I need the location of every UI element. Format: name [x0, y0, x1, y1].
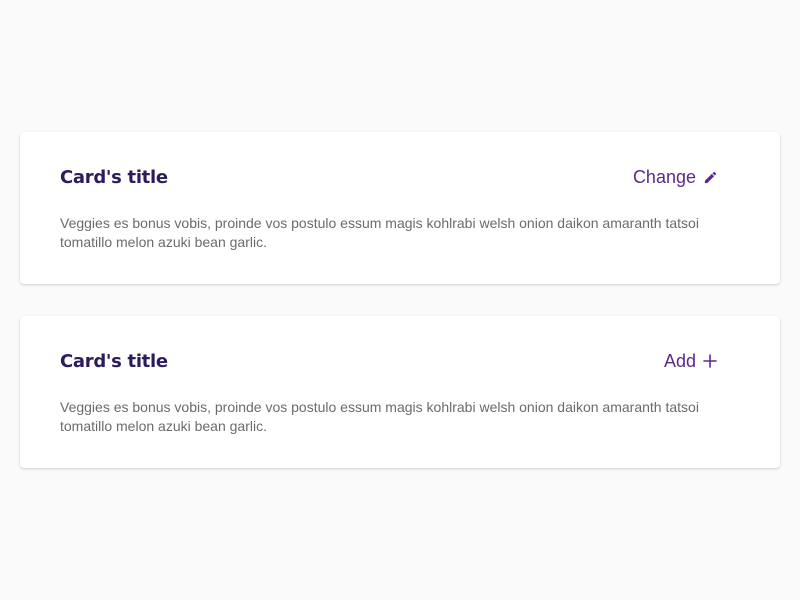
card-title: Card's title	[60, 350, 168, 372]
card-header: Card's title Change	[60, 165, 718, 189]
plus-icon	[702, 353, 718, 369]
card-change: Card's title Change Veggies es bonus vob…	[20, 132, 780, 284]
add-button[interactable]: Add	[664, 351, 718, 372]
change-button[interactable]: Change	[633, 167, 718, 188]
card-add: Card's title Add Veggies es bonus vobis,…	[20, 316, 780, 468]
card-header: Card's title Add	[60, 349, 718, 373]
change-button-label: Change	[632, 166, 696, 187]
card-description: Veggies es bonus vobis, proinde vos post…	[60, 215, 699, 250]
card-title: Card's title	[60, 166, 168, 188]
add-button-label: Add	[663, 350, 696, 371]
card-description: Veggies es bonus vobis, proinde vos post…	[60, 399, 699, 434]
pencil-icon	[702, 169, 718, 185]
